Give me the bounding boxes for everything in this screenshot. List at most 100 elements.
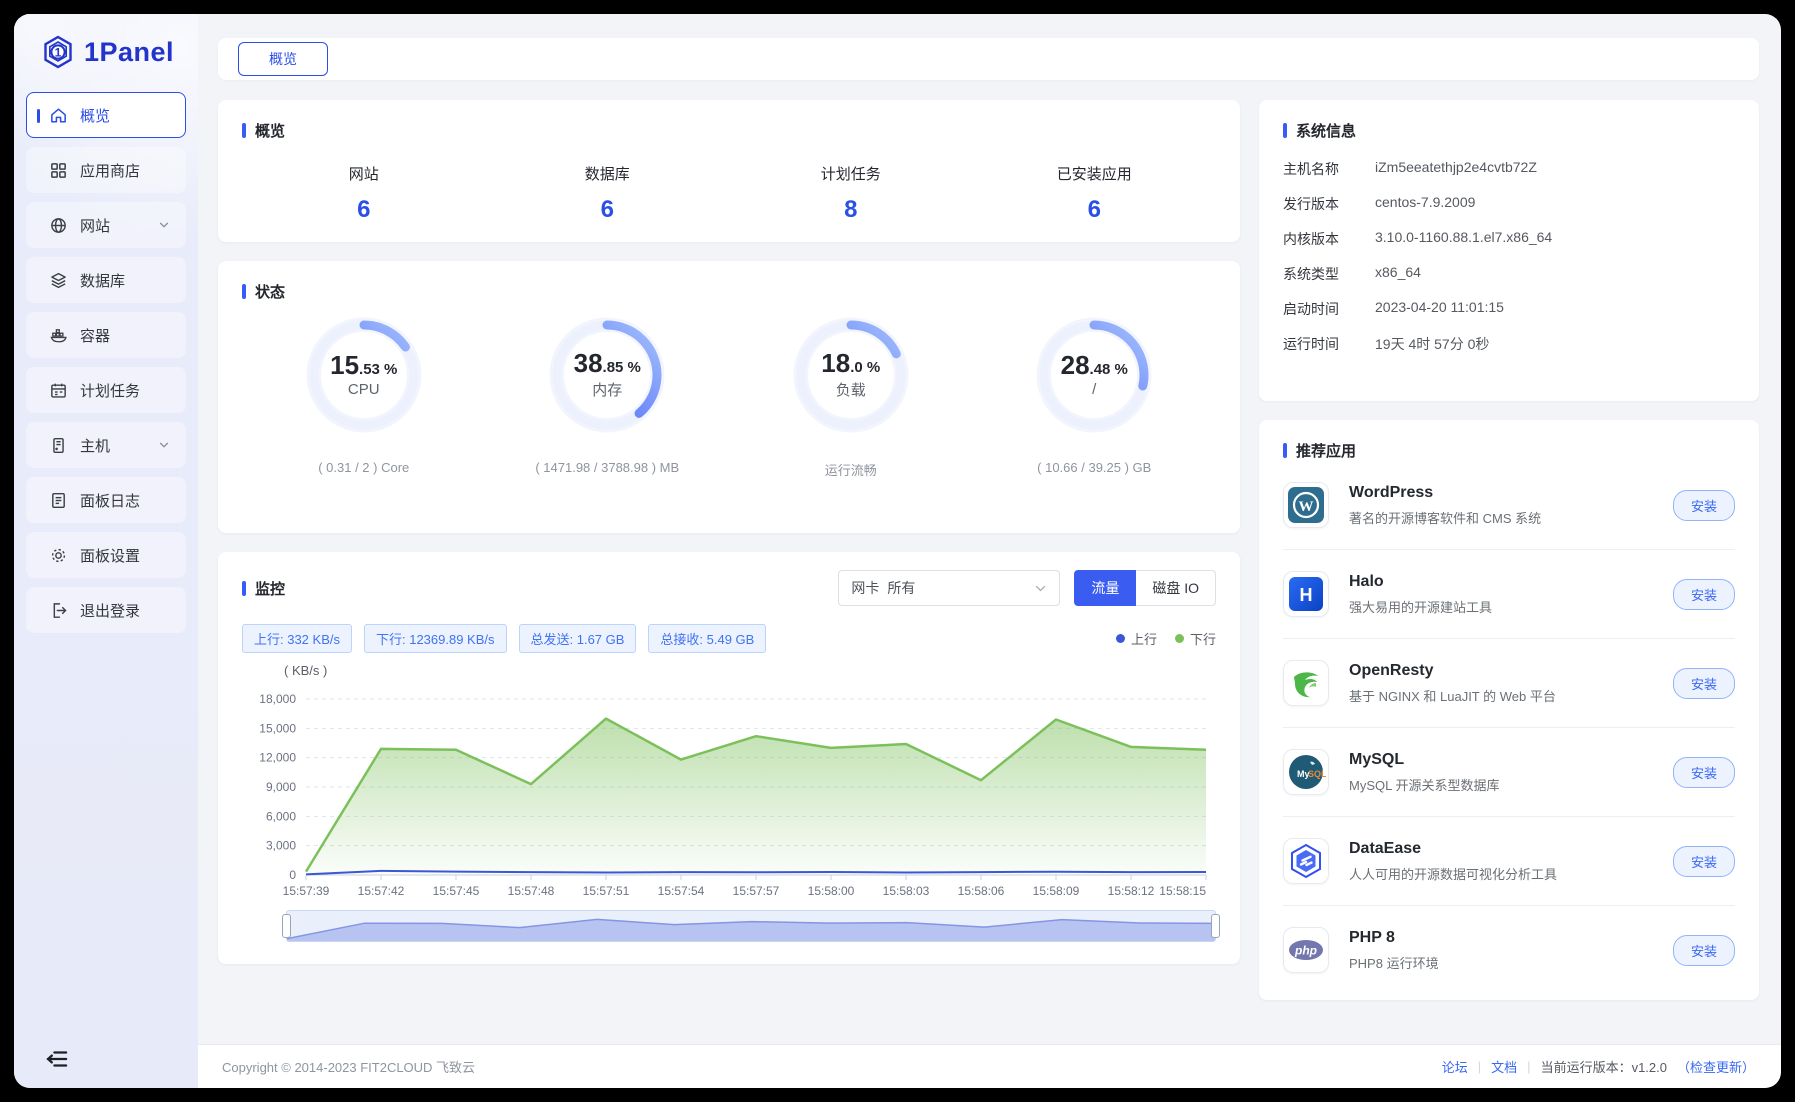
disk-io-button-label: 磁盘 IO (1152, 578, 1199, 598)
sidebar-item-host[interactable]: 主机 (26, 422, 186, 468)
datazoom-left-handle[interactable] (282, 914, 291, 938)
monitor-card-title: 监控 (242, 578, 285, 599)
svg-text:H: H (1300, 585, 1313, 605)
gauge-value-int: 38 (574, 348, 603, 378)
app-window: 1 1Panel 概览 应用商店 网站 数据库 (14, 14, 1781, 1088)
footer: Copyright © 2014-2023 FIT2CLOUD 飞致云 论坛 |… (198, 1044, 1781, 1088)
svg-text:18,000: 18,000 (259, 692, 296, 706)
sidebar-item-cron[interactable]: 计划任务 (26, 367, 186, 413)
sidebar-item-label: 容器 (80, 325, 110, 346)
active-marker (37, 109, 40, 123)
svg-text:15:57:54: 15:57:54 (658, 884, 705, 898)
svg-text:12,000: 12,000 (259, 751, 296, 765)
info-row-arch: 系统类型 x86_64 (1283, 264, 1735, 284)
svg-text:15:58:00: 15:58:00 (808, 884, 855, 898)
gauge-value-frac: .0 % (850, 359, 880, 376)
install-button[interactable]: 安装 (1673, 579, 1735, 610)
check-update-link[interactable]: （检查更新） (1677, 1057, 1755, 1076)
docs-link[interactable]: 文档 (1491, 1057, 1517, 1076)
info-value: 19天 4时 57分 0秒 (1375, 334, 1489, 354)
app-row-halo: H Halo 强大易用的开源建站工具 安装 (1283, 550, 1735, 639)
legend-up[interactable]: 上行 (1116, 629, 1157, 648)
info-value: 2023-04-20 11:01:15 (1375, 299, 1504, 319)
brand-hexagon-icon: 1 (40, 34, 76, 70)
svg-text:SQL: SQL (1308, 769, 1326, 779)
overview-card-title: 概览 (242, 120, 1216, 141)
globe-icon (49, 216, 68, 235)
app-name: MySQL (1349, 751, 1673, 769)
sidebar-item-container[interactable]: 容器 (26, 312, 186, 358)
sidebar-item-panel-logs[interactable]: 面板日志 (26, 477, 186, 523)
app-desc: 强大易用的开源建站工具 (1349, 597, 1673, 616)
brand-logo[interactable]: 1 1Panel (14, 14, 198, 84)
chart-legend: 上行 下行 (1116, 629, 1216, 648)
tab-overview[interactable]: 概览 (238, 42, 328, 76)
datazoom-track[interactable] (286, 910, 1216, 942)
sidebar-item-label: 面板设置 (80, 545, 140, 566)
svg-text:php: php (1294, 944, 1317, 958)
svg-text:15:57:48: 15:57:48 (508, 884, 555, 898)
gauge-caption: ( 0.31 / 2 ) Core (318, 460, 409, 475)
sidebar-collapse-icon[interactable] (44, 1046, 70, 1072)
info-label: 主机名称 (1283, 159, 1375, 179)
svg-text:15,000: 15,000 (259, 721, 296, 735)
sidebar-item-app-store[interactable]: 应用商店 (26, 147, 186, 193)
down-rate-badge: 下行: 12369.89 KB/s (364, 624, 507, 653)
install-button[interactable]: 安装 (1673, 935, 1735, 966)
legend-down[interactable]: 下行 (1175, 629, 1216, 648)
stat-value[interactable]: 6 (973, 196, 1217, 224)
server-icon (49, 436, 68, 455)
stat-installed-apps: 已安装应用 6 (973, 163, 1217, 224)
sidebar-menu: 概览 应用商店 网站 数据库 容器 计划任务 (14, 84, 198, 650)
title-marker (1283, 123, 1287, 138)
stat-label: 网站 (242, 163, 486, 184)
stat-value[interactable]: 6 (486, 196, 730, 224)
gauge-label: 内存 (592, 379, 622, 400)
sidebar-item-panel-settings[interactable]: 面板设置 (26, 532, 186, 578)
sidebar-item-website[interactable]: 网站 (26, 202, 186, 248)
tab-bar: 概览 (218, 38, 1759, 80)
mysql-logo-icon: MySQL (1283, 749, 1329, 795)
app-row-php8: php PHP 8 PHP8 运行环境 安装 (1283, 906, 1735, 994)
svg-text:15:57:42: 15:57:42 (358, 884, 405, 898)
gauge-caption: ( 10.66 / 39.25 ) GB (1037, 460, 1151, 475)
stat-value[interactable]: 6 (242, 196, 486, 224)
install-button[interactable]: 安装 (1673, 846, 1735, 877)
sidebar-item-logout[interactable]: 退出登录 (26, 587, 186, 633)
install-button[interactable]: 安装 (1673, 757, 1735, 788)
svg-text:W: W (1299, 499, 1314, 515)
disk-io-button[interactable]: 磁盘 IO (1136, 570, 1216, 606)
info-label: 内核版本 (1283, 229, 1375, 249)
chart-datazoom-slider[interactable] (286, 910, 1216, 942)
traffic-button[interactable]: 流量 (1074, 570, 1136, 606)
app-desc: 人人可用的开源数据可视化分析工具 (1349, 864, 1673, 883)
sidebar-item-overview[interactable]: 概览 (26, 92, 186, 138)
gauge-value-int: 18 (821, 348, 850, 378)
main-area: 概览 概览 网站 6 (198, 14, 1781, 1088)
gauge-label: CPU (348, 381, 380, 398)
svg-text:15:57:45: 15:57:45 (433, 884, 480, 898)
legend-down-dot (1175, 634, 1184, 643)
gauge-disk-root: 28.48 % / ( 10.66 / 39.25 ) GB (973, 316, 1217, 479)
datazoom-right-handle[interactable] (1211, 914, 1220, 938)
network-card-select[interactable]: 网卡 所有 (838, 570, 1060, 606)
brand-name: 1Panel (84, 37, 174, 68)
sidebar-item-label: 退出登录 (80, 600, 140, 621)
log-document-icon (49, 491, 68, 510)
svg-text:6,000: 6,000 (266, 809, 296, 823)
stat-value[interactable]: 8 (729, 196, 973, 224)
system-info-title-text: 系统信息 (1296, 120, 1356, 141)
install-button[interactable]: 安装 (1673, 668, 1735, 699)
app-desc: PHP8 运行环境 (1349, 953, 1673, 972)
sidebar-item-label: 应用商店 (80, 160, 140, 181)
wordpress-logo-icon: W (1283, 482, 1329, 528)
logout-icon (49, 601, 68, 620)
title-marker (242, 123, 246, 138)
sidebar-item-database[interactable]: 数据库 (26, 257, 186, 303)
legend-up-dot (1116, 634, 1125, 643)
forum-link[interactable]: 论坛 (1442, 1057, 1468, 1076)
install-button[interactable]: 安装 (1673, 490, 1735, 521)
total-received-badge: 总接收: 5.49 GB (648, 624, 766, 653)
gauge-cpu: 15.53 % CPU ( 0.31 / 2 ) Core (242, 316, 486, 479)
info-row-boot-time: 启动时间 2023-04-20 11:01:15 (1283, 299, 1735, 319)
